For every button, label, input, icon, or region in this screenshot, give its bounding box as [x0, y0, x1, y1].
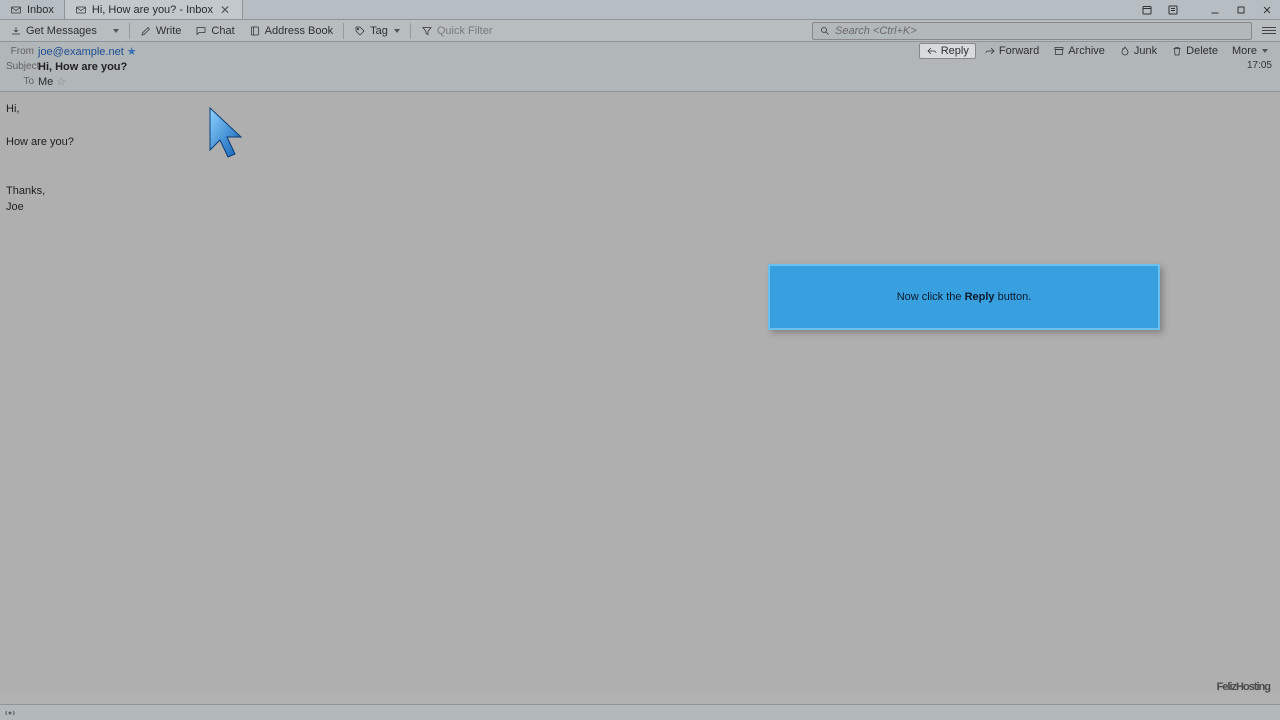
tag-icon [354, 25, 366, 37]
download-icon [10, 25, 22, 37]
main-toolbar: Get Messages Write Chat Address Book [0, 20, 1280, 42]
mail-icon [10, 4, 22, 16]
button-label: More [1232, 45, 1257, 57]
app-window: Inbox Hi, How are you? - Inbox ✕ [0, 0, 1280, 720]
subject-label: Subject [6, 61, 34, 72]
junk-button[interactable]: Junk [1113, 43, 1163, 59]
status-icon [4, 707, 16, 719]
mail-open-icon [75, 4, 87, 16]
reply-icon [926, 45, 938, 57]
callout-pre: Now click the [897, 291, 965, 303]
reply-button[interactable]: Reply [919, 43, 976, 59]
button-label: Delete [1186, 45, 1218, 57]
button-label: Archive [1068, 45, 1105, 57]
button-label: Quick Filter [437, 25, 493, 37]
tab-label: Hi, How are you? - Inbox [92, 4, 213, 16]
more-button[interactable]: More [1226, 43, 1274, 59]
forward-button[interactable]: Forward [978, 43, 1045, 59]
to-value: Me [38, 76, 53, 88]
callout-post: button. [995, 291, 1032, 303]
tab-message[interactable]: Hi, How are you? - Inbox ✕ [64, 0, 243, 19]
search-placeholder: Search <Ctrl+K> [835, 25, 917, 37]
get-messages-dropdown[interactable] [105, 27, 125, 35]
forward-icon [984, 45, 996, 57]
chevron-down-icon [1262, 49, 1268, 53]
minimize-button[interactable] [1203, 1, 1227, 19]
button-label: Tag [370, 25, 388, 37]
archive-button[interactable]: Archive [1047, 43, 1111, 59]
instruction-callout: Now click the Reply button. [768, 264, 1160, 330]
cursor-icon [205, 105, 245, 168]
calendar-button[interactable] [1135, 1, 1159, 19]
search-icon [819, 25, 831, 37]
tab-strip: Inbox Hi, How are you? - Inbox ✕ [0, 0, 1280, 20]
delete-button[interactable]: Delete [1165, 43, 1224, 59]
message-actions: Reply Forward Archive Junk Delete More [919, 43, 1274, 59]
button-label: Forward [999, 45, 1039, 57]
subject-value: Hi, How are you? [38, 61, 127, 73]
book-icon [249, 25, 261, 37]
button-label: Get Messages [26, 25, 97, 37]
message-header: From joe@example.net ★ Subject Hi, How a… [0, 42, 1280, 92]
button-label: Write [156, 25, 181, 37]
tab-label: Inbox [27, 4, 54, 16]
maximize-button[interactable] [1229, 1, 1253, 19]
watermark: FelizHosting [1217, 661, 1270, 698]
close-tab-icon[interactable]: ✕ [218, 3, 232, 17]
tag-button[interactable]: Tag [348, 23, 406, 39]
button-label: Reply [941, 45, 969, 57]
tasks-button[interactable] [1161, 1, 1185, 19]
address-book-button[interactable]: Address Book [243, 23, 339, 39]
pencil-icon [140, 25, 152, 37]
button-label: Chat [211, 25, 234, 37]
hamburger-menu-button[interactable] [1262, 27, 1276, 34]
filter-icon [421, 25, 433, 37]
to-label: To [6, 76, 34, 87]
from-label: From [6, 46, 34, 57]
search-input[interactable]: Search <Ctrl+K> [812, 22, 1252, 40]
button-label: Junk [1134, 45, 1157, 57]
star-outline-icon[interactable]: ☆ [56, 75, 66, 88]
chevron-down-icon [394, 29, 400, 33]
button-label: Address Book [265, 25, 333, 37]
write-button[interactable]: Write [134, 23, 187, 39]
from-value[interactable]: joe@example.net [38, 46, 124, 58]
tab-inbox[interactable]: Inbox [0, 0, 64, 19]
message-time: 17:05 [1247, 60, 1272, 71]
chat-button[interactable]: Chat [189, 23, 240, 39]
callout-bold: Reply [965, 291, 995, 303]
flame-icon [1119, 45, 1131, 57]
trash-icon [1171, 45, 1183, 57]
get-messages-button[interactable]: Get Messages [4, 23, 103, 39]
star-icon[interactable]: ★ [127, 45, 137, 58]
chat-icon [195, 25, 207, 37]
quick-filter-button[interactable]: Quick Filter [415, 23, 499, 39]
close-window-button[interactable] [1255, 1, 1279, 19]
message-body: Hi, How are you? Thanks, Joe [0, 92, 1280, 692]
archive-icon [1053, 45, 1065, 57]
chevron-down-icon [113, 29, 119, 33]
status-bar [0, 704, 1280, 720]
